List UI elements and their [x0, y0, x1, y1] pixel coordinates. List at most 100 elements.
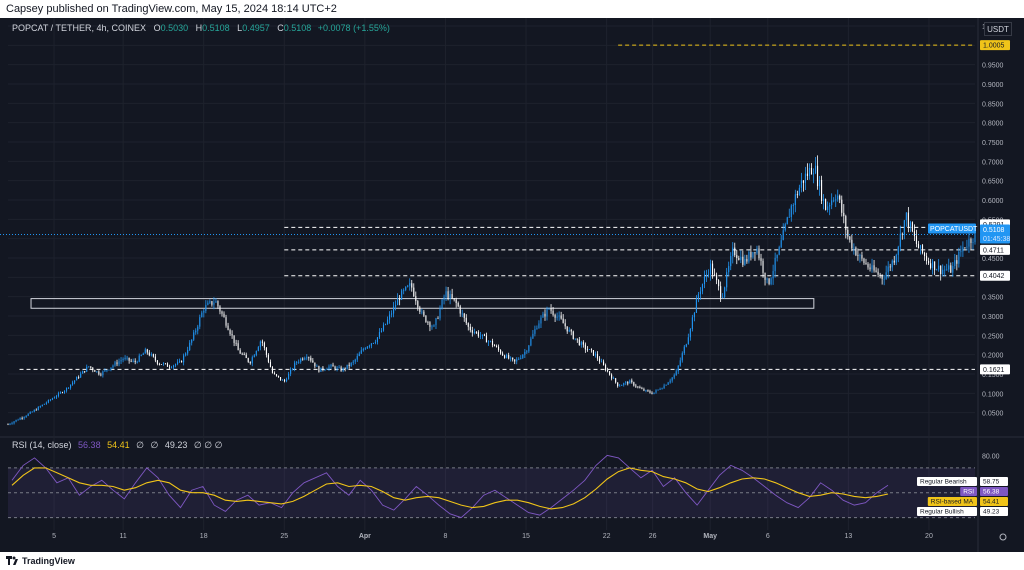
rsi-value-label: 58.75	[983, 479, 1000, 486]
currency-button[interactable]: USDT	[984, 22, 1012, 36]
candle-body	[231, 334, 233, 336]
candle-body	[19, 418, 21, 420]
candle-body	[120, 360, 122, 362]
candle-body	[17, 419, 19, 421]
x-tick-label: 13	[844, 533, 852, 540]
candle-body	[932, 261, 934, 268]
candle-body	[885, 272, 887, 279]
settings-gear-icon[interactable]	[999, 533, 1007, 541]
symbol-legend[interactable]: POPCAT / TETHER, 4h, COINEX O0.5030 H0.5…	[12, 23, 390, 33]
candle-body	[380, 330, 383, 333]
candle-body	[43, 403, 45, 405]
candle-body	[140, 354, 142, 356]
candle-body	[370, 343, 372, 346]
candle-body	[187, 350, 189, 354]
chart-area[interactable]: 0.0500 0.1000 0.1500 0.2000 0.2500 0.3000 0.35…	[0, 18, 1024, 552]
candle-body	[253, 355, 255, 358]
candle-body	[928, 260, 930, 264]
candle-body	[259, 341, 261, 348]
candle-body	[326, 368, 328, 370]
candle-body	[215, 301, 217, 303]
candle-body	[907, 212, 909, 227]
candle-body	[746, 259, 748, 262]
candle-body	[968, 239, 970, 247]
candle-body	[544, 313, 546, 317]
y-tick-label: 0.8000	[982, 121, 1004, 128]
candle-body	[887, 266, 889, 273]
candle-body	[372, 342, 374, 344]
candle-body	[730, 256, 732, 267]
candle-body	[605, 365, 607, 371]
candle-body	[548, 308, 550, 310]
candle-body	[839, 195, 841, 200]
candle-body	[738, 257, 740, 260]
candle-body	[560, 315, 562, 319]
close-value: 0.5108	[283, 23, 312, 33]
rsi-empty-1: ∅	[136, 440, 144, 450]
candle-body	[423, 311, 425, 316]
candle-body	[183, 355, 185, 363]
candle-body	[784, 224, 786, 231]
candle-body	[871, 265, 873, 270]
candle-body	[421, 311, 423, 313]
candle-body	[170, 367, 173, 369]
candle-body	[780, 240, 782, 248]
y-tick-label: 0.1000	[982, 391, 1004, 398]
candle-body	[197, 326, 199, 331]
candle-body	[164, 363, 167, 365]
candle-body	[750, 251, 752, 258]
candle-body	[160, 364, 162, 365]
candle-body	[897, 246, 899, 255]
candle-body	[964, 247, 966, 249]
candle-body	[909, 222, 911, 227]
candle-body	[112, 365, 114, 368]
candle-body	[74, 380, 76, 383]
candle-body	[90, 366, 92, 368]
candle-body	[625, 382, 627, 384]
candle-body	[623, 383, 625, 385]
candle-body	[510, 357, 512, 359]
candle-body	[665, 384, 667, 386]
candle-body	[582, 342, 584, 345]
candle-body	[659, 389, 661, 390]
candle-body	[631, 380, 633, 383]
candle-body	[794, 194, 796, 206]
candle-body	[181, 360, 183, 363]
candle-body	[683, 346, 685, 354]
candle-body	[562, 318, 564, 324]
candle-body	[336, 367, 338, 370]
x-tick-label: 26	[649, 533, 657, 540]
candle-body	[334, 366, 336, 370]
candle-body	[332, 364, 334, 367]
candle-body	[199, 317, 201, 327]
candle-body	[338, 367, 340, 369]
candle-body	[851, 239, 853, 249]
candle-body	[925, 256, 928, 261]
candle-body	[770, 278, 772, 284]
candle-body	[110, 367, 112, 370]
candle-body	[106, 369, 108, 371]
chart-svg[interactable]: 0.05000.10000.15000.20000.25000.30000.35…	[0, 18, 1024, 552]
candle-body	[760, 258, 762, 261]
y-tick-label: 0.9000	[982, 82, 1004, 89]
candle-body	[701, 284, 704, 292]
candle-body	[899, 233, 901, 247]
candle-body	[564, 323, 566, 327]
candle-body	[395, 305, 397, 307]
candle-body	[566, 326, 568, 332]
candle-body	[429, 322, 431, 327]
candle-body	[942, 269, 944, 275]
candle-body	[286, 379, 288, 382]
candle-body	[778, 247, 780, 255]
candle-body	[542, 313, 544, 318]
candle-body	[296, 362, 298, 363]
rsi-legend[interactable]: RSI (14, close) 56.38 54.41 ∅ ∅ 49.23 ∅ …	[12, 440, 222, 451]
candle-body	[734, 247, 736, 256]
rsi-value: 56.38	[78, 440, 101, 450]
candle-body	[891, 260, 893, 268]
candle-body	[732, 247, 734, 257]
candle-body	[554, 314, 556, 318]
candle-body	[655, 390, 657, 393]
candle-body	[154, 356, 156, 361]
candle-body	[602, 361, 605, 366]
